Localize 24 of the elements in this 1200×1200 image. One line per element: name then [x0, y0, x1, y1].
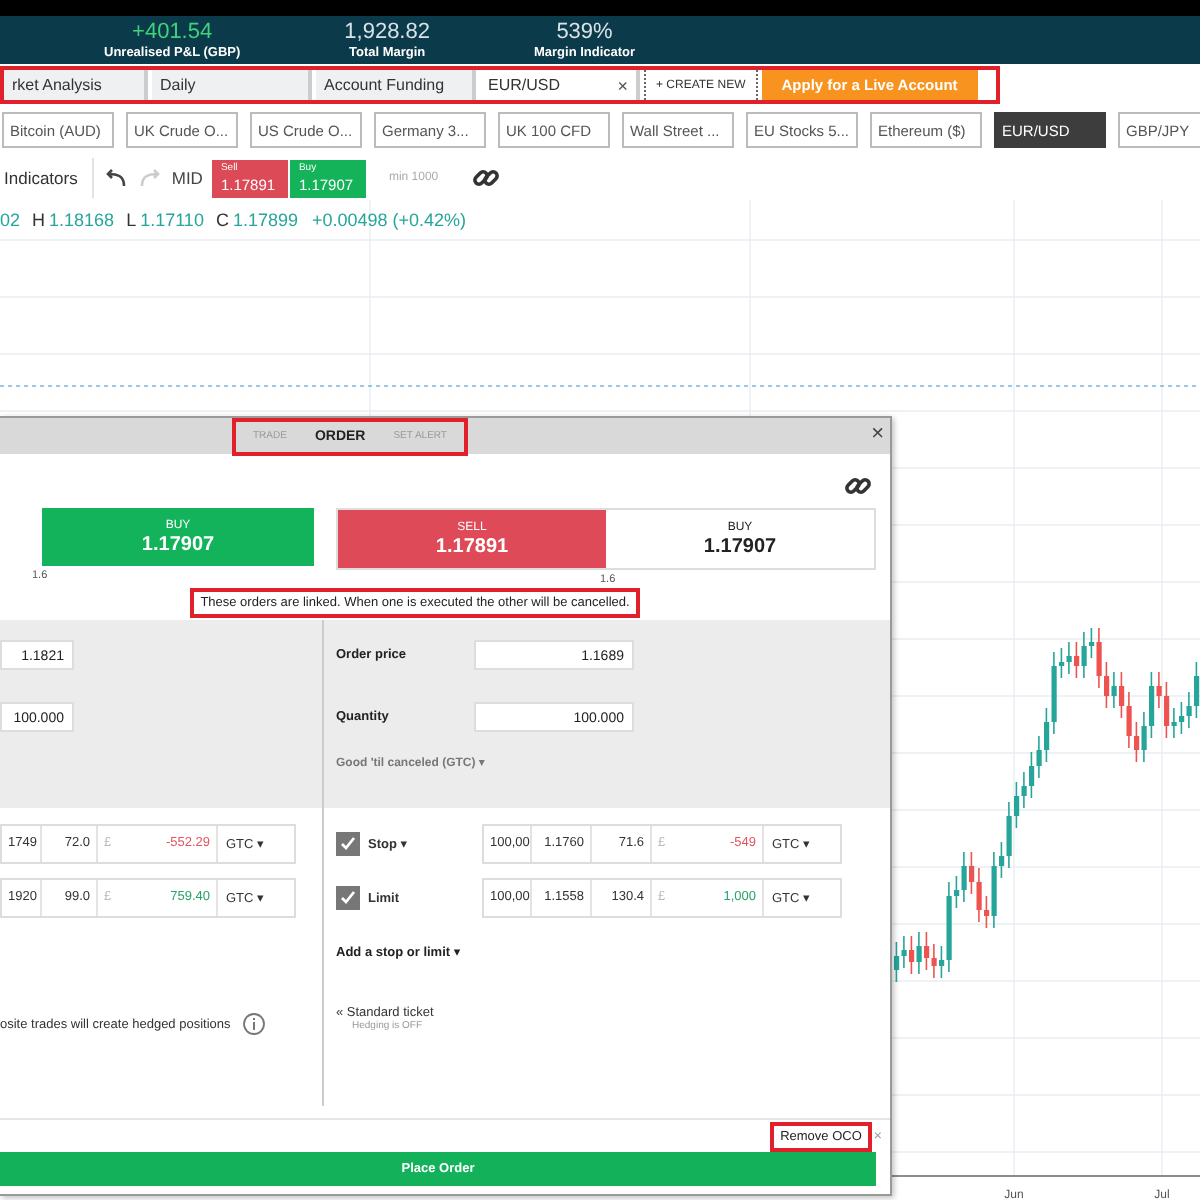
close-icon[interactable]: ×	[617, 75, 628, 95]
workspace-tab[interactable]: Daily	[152, 70, 312, 100]
workspace-tab[interactable]: Account Funding	[316, 70, 476, 100]
close-button[interactable]: ×	[871, 422, 884, 448]
indicators-button[interactable]: Indicators	[0, 168, 82, 188]
price-mode-label: MID	[171, 168, 203, 188]
info-icon[interactable]	[242, 1012, 267, 1036]
checkbox[interactable]	[336, 886, 360, 910]
ohlc-label: H	[32, 210, 46, 230]
workspace-tab[interactable]: rket Analysis	[4, 70, 148, 100]
undo-icon[interactable]	[103, 168, 128, 188]
stat-value: 1,928.82	[344, 19, 430, 43]
ohlc-value: 1.17110	[140, 210, 204, 230]
stat-value: +401.54	[132, 19, 213, 43]
stat-value: 539%	[556, 19, 613, 43]
ohlc-label: C	[215, 210, 229, 230]
ohlc-change: +0.00498 (+0.42%)	[312, 210, 467, 230]
ohlc-value: 1.18168	[49, 210, 115, 230]
link-icon[interactable]	[472, 164, 501, 192]
link-icon[interactable]	[844, 472, 872, 500]
ohlc-value: 02	[0, 210, 21, 230]
checkbox[interactable]	[336, 832, 360, 856]
ohlc-value: 1.17899	[232, 210, 298, 230]
ohlc-label: L	[126, 210, 137, 230]
